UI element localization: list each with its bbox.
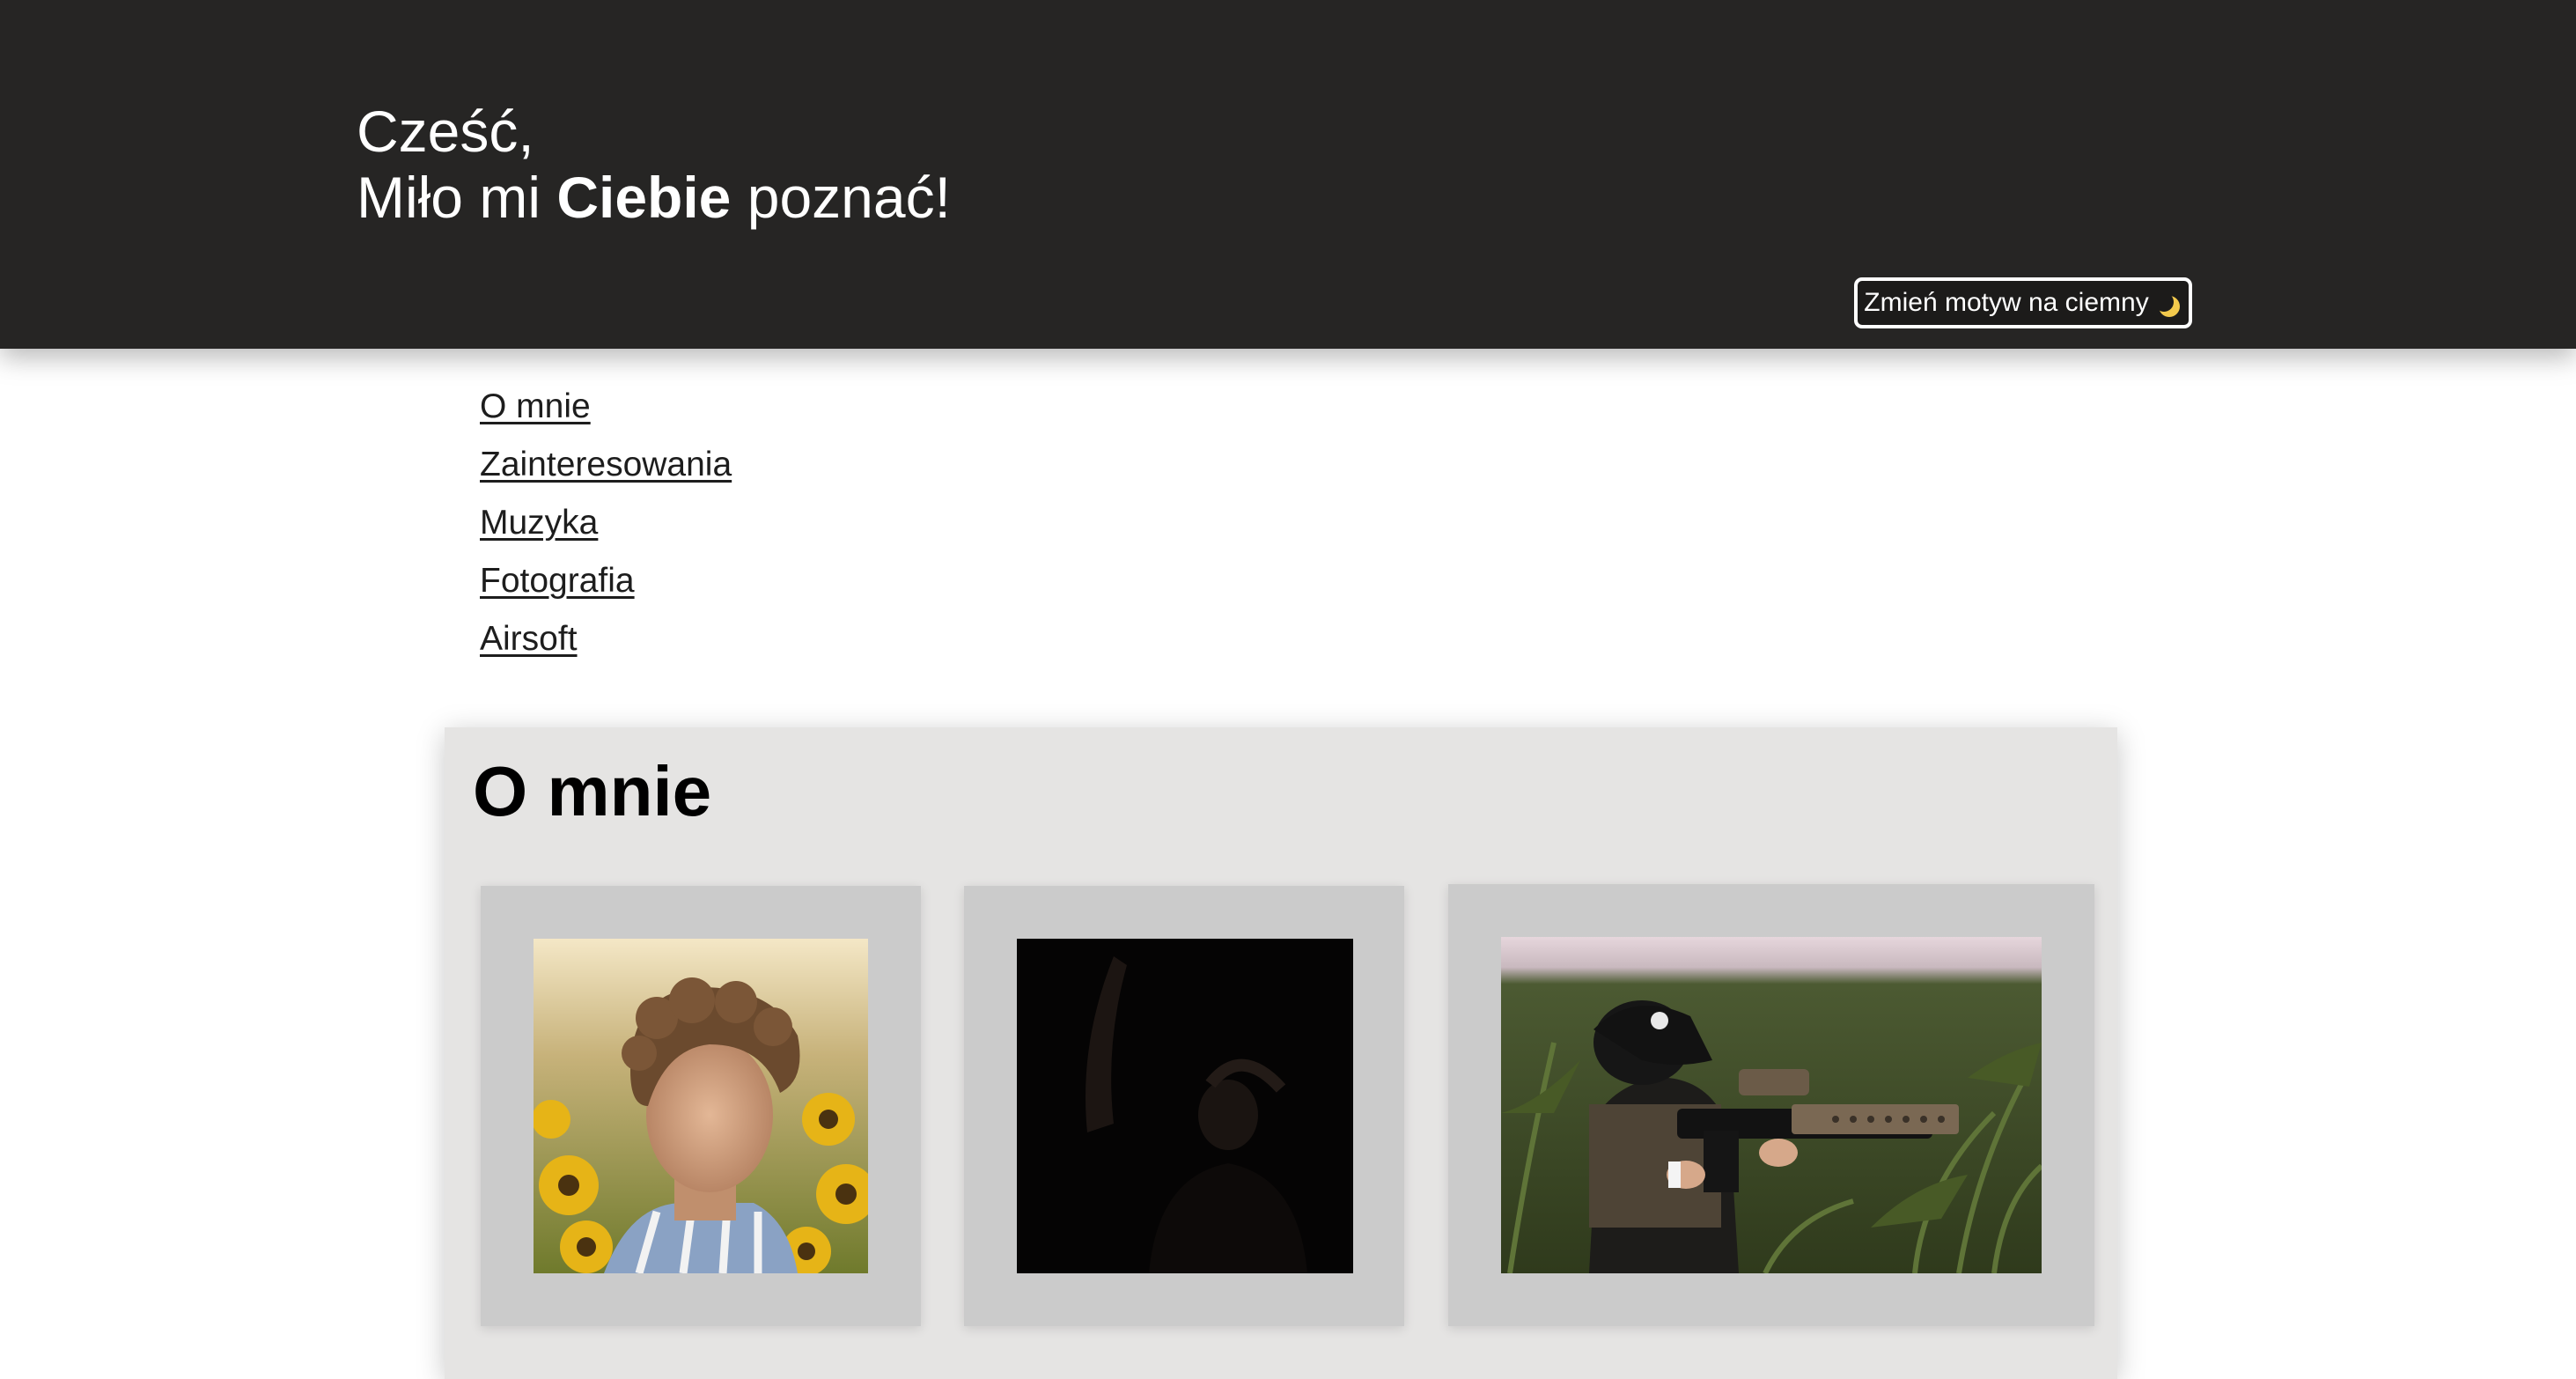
nav-link-o-mnie[interactable]: O mnie — [480, 387, 591, 425]
theme-toggle-button[interactable]: Zmień motyw na ciemny — [1854, 277, 2192, 328]
site-header: Cześć, Miło mi Ciebie poznać! Zmień moty… — [0, 0, 2576, 349]
nav-item-muzyka: Muzyka — [480, 500, 732, 558]
greeting: Cześć, Miło mi Ciebie poznać! — [357, 99, 951, 231]
section-title: O mnie — [473, 752, 712, 830]
nav-item-airsoft: Airsoft — [480, 616, 732, 675]
photo-card-1 — [481, 886, 921, 1326]
portrait-photo[interactable] — [534, 939, 868, 1273]
airsoft-photo[interactable] — [1501, 937, 2042, 1273]
nav-item-zainteresowania: Zainteresowania — [480, 442, 732, 500]
moon-icon — [2156, 290, 2182, 317]
nav-item-fotografia: Fotografia — [480, 558, 732, 616]
greeting-line-2-suffix: poznać! — [731, 165, 951, 230]
nav-link-fotografia[interactable]: Fotografia — [480, 562, 635, 600]
photo-card-3 — [1448, 884, 2094, 1326]
nav-link-airsoft[interactable]: Airsoft — [480, 620, 578, 658]
dark-portrait-photo[interactable] — [1017, 939, 1353, 1273]
greeting-line-1: Cześć, — [357, 99, 534, 164]
greeting-line-2-prefix: Miło mi — [357, 165, 557, 230]
nav-link-zainteresowania[interactable]: Zainteresowania — [480, 446, 732, 483]
nav-list: O mnie Zainteresowania Muzyka Fotografia… — [480, 384, 732, 675]
about-section: O mnie — [445, 727, 2117, 1379]
theme-toggle-label: Zmień motyw na ciemny — [1864, 288, 2149, 317]
nav-item-o-mnie: O mnie — [480, 384, 732, 442]
greeting-line-2-bold: Ciebie — [556, 165, 732, 230]
nav-link-muzyka[interactable]: Muzyka — [480, 504, 598, 542]
photo-card-2 — [964, 886, 1404, 1326]
